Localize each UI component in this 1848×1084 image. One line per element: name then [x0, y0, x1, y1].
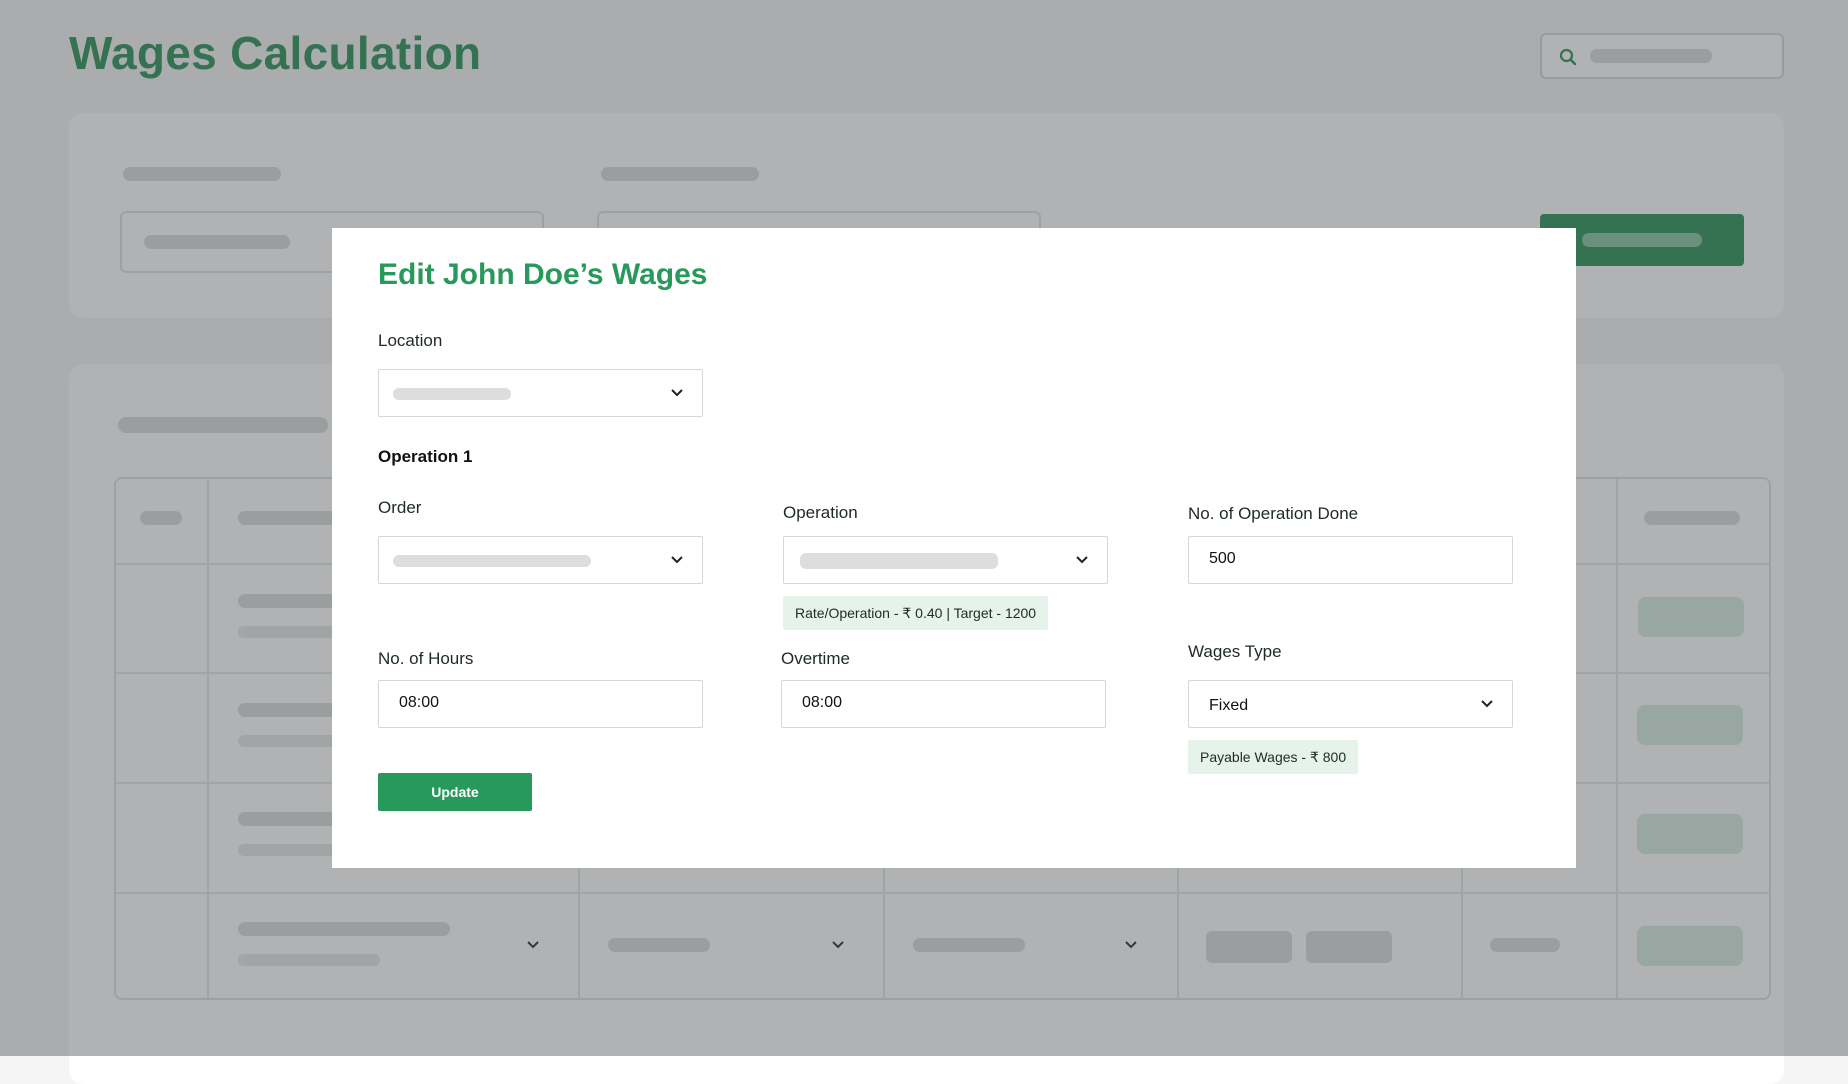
location-select[interactable]	[378, 369, 703, 417]
operation-select[interactable]	[783, 536, 1108, 584]
location-label: Location	[378, 331, 443, 350]
operations-done-input[interactable]: 500	[1188, 536, 1513, 584]
chevron-down-icon	[671, 389, 683, 397]
edit-wages-modal: Edit John Doe’s Wages Location Operation…	[332, 228, 1576, 868]
overtime-input[interactable]: 08:00	[781, 680, 1106, 728]
chevron-down-icon	[671, 556, 683, 564]
wages-type-value: Fixed	[1209, 697, 1249, 714]
hours-value: 08:00	[399, 694, 440, 711]
wages-type-select[interactable]: Fixed	[1188, 680, 1513, 728]
chevron-down-icon	[1481, 700, 1493, 708]
operation-placeholder	[800, 553, 998, 569]
operation-label: Operation	[783, 503, 858, 522]
payable-wages-info: Payable Wages - ₹ 800	[1188, 740, 1359, 774]
location-placeholder	[393, 388, 511, 400]
modal-title: Edit John Doe’s Wages	[378, 258, 708, 291]
order-label: Order	[378, 498, 422, 517]
chevron-down-icon	[1076, 556, 1088, 564]
overtime-label: Overtime	[781, 649, 850, 668]
hours-label: No. of Hours	[378, 649, 474, 668]
order-select[interactable]	[378, 536, 703, 584]
update-button[interactable]: Update	[378, 773, 532, 811]
overtime-value: 08:00	[802, 694, 843, 711]
wages-type-label: Wages Type	[1188, 642, 1282, 661]
order-placeholder	[393, 555, 591, 567]
operations-done-value: 500	[1209, 550, 1236, 567]
operation-section-title: Operation 1	[378, 447, 473, 466]
hours-input[interactable]: 08:00	[378, 680, 703, 728]
operation-rate-info: Rate/Operation - ₹ 0.40 | Target - 1200	[783, 596, 1049, 630]
operations-done-label: No. of Operation Done	[1188, 504, 1359, 523]
